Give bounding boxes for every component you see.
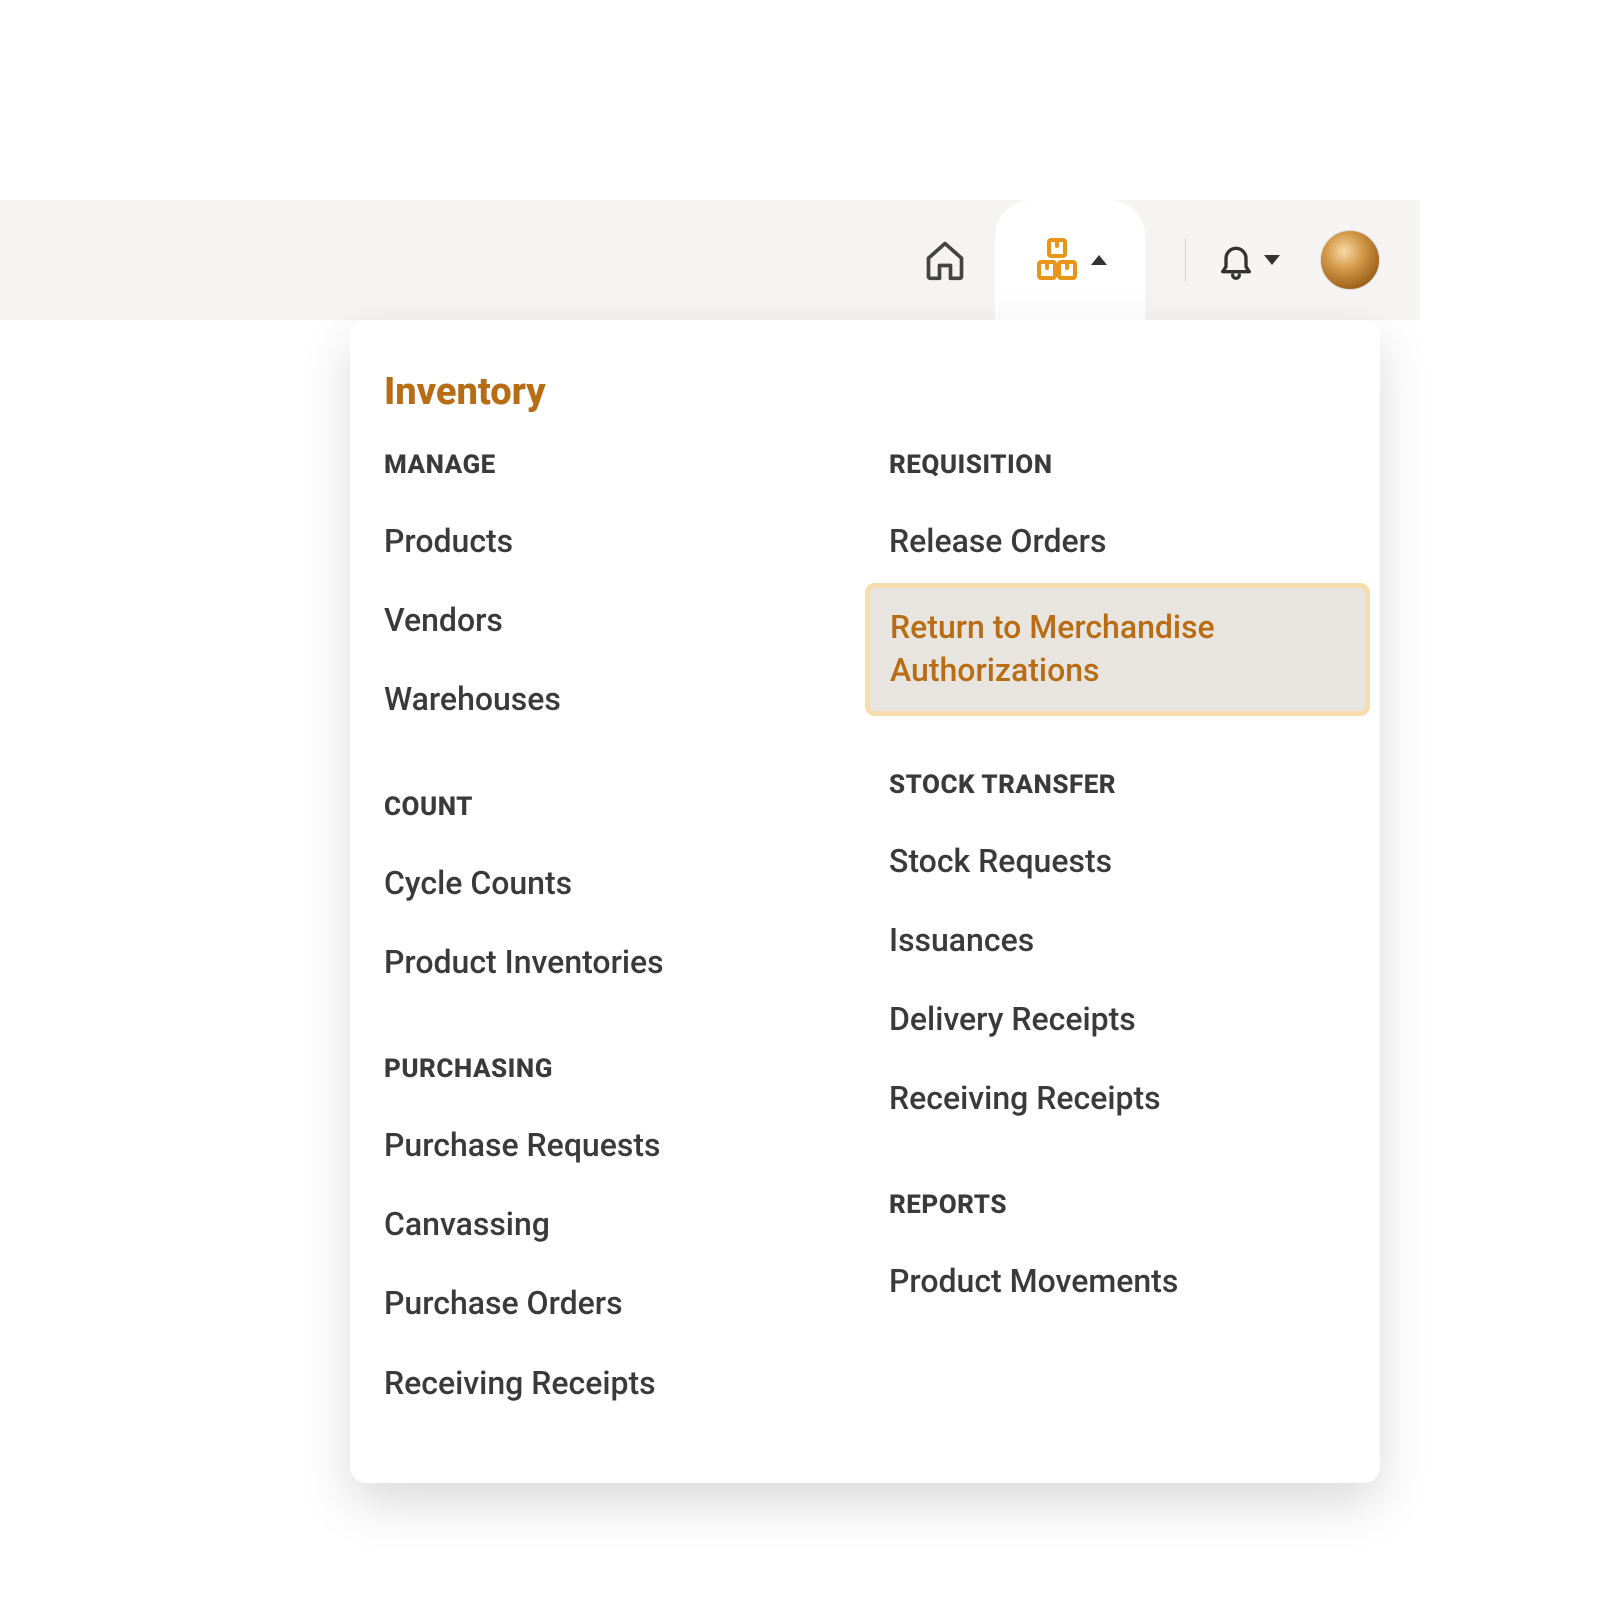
- link-product-movements[interactable]: Product Movements: [885, 1242, 1350, 1321]
- link-receiving-receipts-stock[interactable]: Receiving Receipts: [885, 1059, 1350, 1138]
- link-release-orders[interactable]: Release Orders: [885, 502, 1350, 581]
- link-purchase-requests[interactable]: Purchase Requests: [380, 1106, 845, 1185]
- link-products[interactable]: Products: [380, 502, 845, 581]
- link-return-merchandise-authorizations[interactable]: Return to Merchandise Authorizations: [865, 583, 1370, 715]
- dropdown-left-column: MANAGE Products Vendors Warehouses COUNT…: [380, 450, 845, 1423]
- link-cycle-counts[interactable]: Cycle Counts: [380, 844, 845, 923]
- caret-down-icon: [1264, 255, 1280, 265]
- dropdown-right-column: REQUISITION Release Orders Return to Mer…: [885, 450, 1350, 1423]
- boxes-icon: [1033, 236, 1081, 284]
- section-reports-header: REPORTS: [885, 1190, 1350, 1220]
- nav-inventory[interactable]: [995, 200, 1145, 320]
- topbar: [0, 200, 1420, 320]
- divider: [1185, 238, 1186, 282]
- nav-home[interactable]: [905, 200, 985, 320]
- bell-icon: [1216, 240, 1256, 280]
- link-stock-requests[interactable]: Stock Requests: [885, 822, 1350, 901]
- link-delivery-receipts[interactable]: Delivery Receipts: [885, 980, 1350, 1059]
- caret-up-icon: [1091, 255, 1107, 265]
- home-icon: [923, 238, 967, 282]
- section-count-header: COUNT: [380, 792, 845, 822]
- link-vendors[interactable]: Vendors: [380, 581, 845, 660]
- link-purchase-orders[interactable]: Purchase Orders: [380, 1264, 845, 1343]
- inventory-dropdown: Inventory MANAGE Products Vendors Wareho…: [350, 320, 1380, 1483]
- nav-notifications[interactable]: [1216, 240, 1280, 280]
- section-requisition-header: REQUISITION: [885, 450, 1350, 480]
- link-canvassing[interactable]: Canvassing: [380, 1185, 845, 1264]
- link-warehouses[interactable]: Warehouses: [380, 660, 845, 739]
- section-stock-transfer-header: STOCK TRANSFER: [885, 770, 1350, 800]
- section-manage-header: MANAGE: [380, 450, 845, 480]
- link-receiving-receipts-purchasing[interactable]: Receiving Receipts: [380, 1344, 845, 1423]
- section-purchasing-header: PURCHASING: [380, 1054, 845, 1084]
- dropdown-title: Inventory: [380, 370, 1350, 414]
- link-product-inventories[interactable]: Product Inventories: [380, 923, 845, 1002]
- user-avatar[interactable]: [1320, 230, 1380, 290]
- link-issuances[interactable]: Issuances: [885, 901, 1350, 980]
